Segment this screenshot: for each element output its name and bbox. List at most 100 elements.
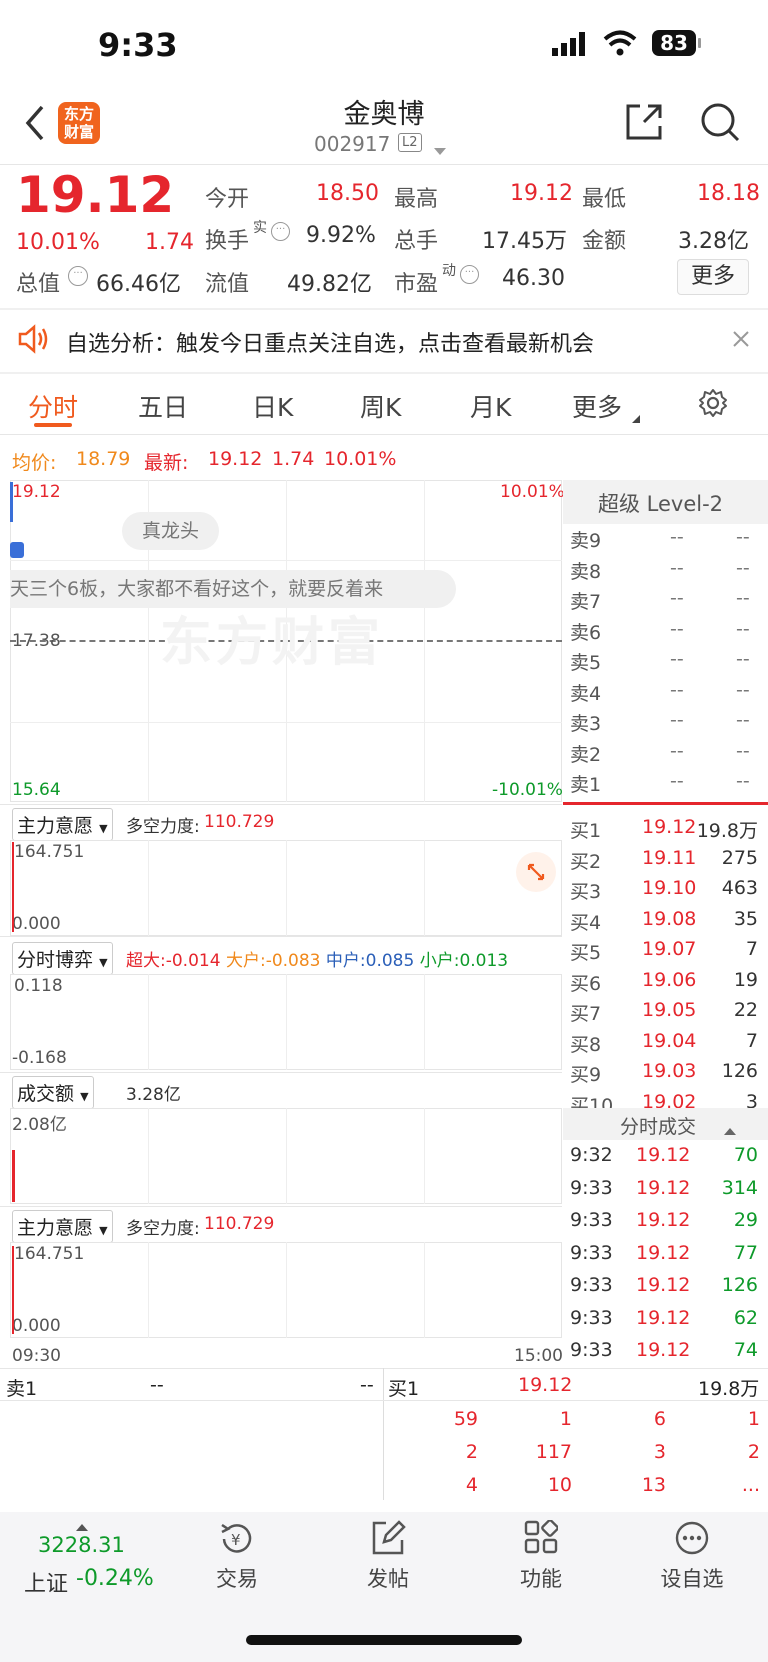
more-button[interactable]: 更多: [677, 259, 749, 295]
tab-five-day[interactable]: 五日: [138, 388, 188, 424]
bid-label: 买3: [570, 881, 602, 903]
indicator-name: 成交额: [17, 1083, 75, 1105]
nav-add-watch[interactable]: 设自选: [647, 1563, 737, 1593]
search-icon[interactable]: [700, 102, 740, 146]
divider: [0, 1368, 768, 1369]
tab-more[interactable]: 更多: [572, 388, 622, 424]
bottom-price-label: 15.64: [12, 780, 61, 800]
indicator-select-1[interactable]: 主力意愿 ▼: [12, 808, 113, 841]
post-icon[interactable]: [370, 1520, 406, 1560]
grid-line: [286, 1108, 287, 1204]
divider: [0, 164, 768, 165]
index-value[interactable]: 3228.31: [38, 1533, 125, 1557]
banner-message[interactable]: 自选分析：触发今日重点关注自选，点击查看最新机会: [66, 326, 594, 358]
nav-trade[interactable]: 交易: [192, 1563, 282, 1593]
divider: [0, 804, 562, 805]
tick-price: 19.12: [636, 1241, 691, 1264]
close-icon[interactable]: [732, 330, 750, 352]
tick-price: 19.12: [636, 1176, 691, 1199]
level2-title[interactable]: 超级 Level-2: [598, 488, 723, 518]
tick-price: 19.12: [636, 1144, 691, 1166]
caret-up-icon[interactable]: [724, 1120, 736, 1139]
more-dots-icon[interactable]: [674, 1520, 710, 1560]
top-pct-label: 10.01%: [500, 482, 565, 502]
bid-label: 买1: [570, 820, 602, 842]
queue-cell: 1: [559, 1408, 572, 1430]
nav-function[interactable]: 功能: [496, 1563, 586, 1593]
info-dots-icon[interactable]: ···: [68, 266, 88, 286]
indicator-name: 分时博弈: [17, 949, 94, 971]
tick-time: 9:33: [570, 1176, 613, 1199]
super-label: 超大:: [126, 951, 166, 971]
caret-down-icon[interactable]: [434, 141, 446, 160]
bid-price: 19.03: [642, 1060, 697, 1082]
index-name[interactable]: 上证: [24, 1566, 68, 1598]
speaker-icon: [16, 324, 50, 358]
latest-pct: 10.01%: [324, 448, 397, 470]
ind3-bar: [12, 1150, 15, 1202]
ask-volume: --: [736, 556, 750, 579]
info-dots-icon[interactable]: ···: [460, 265, 479, 284]
grid-line: [148, 840, 149, 936]
bid-label: 买7: [570, 1003, 602, 1025]
tick-volume: 29: [733, 1209, 758, 1231]
tick-price: 19.12: [636, 1339, 691, 1361]
ask-label: 卖3: [570, 713, 602, 735]
info-dots-icon[interactable]: ···: [271, 222, 290, 241]
tab-intraday[interactable]: 分时: [28, 388, 78, 424]
ask-price: --: [670, 617, 684, 640]
tab-day-k[interactable]: 日K: [252, 388, 293, 424]
time-start: 09:30: [12, 1346, 61, 1366]
divider: [0, 1072, 562, 1073]
grid-line: [10, 560, 562, 561]
queue-cell: 1: [747, 1408, 760, 1430]
float-label: 流值: [205, 272, 250, 297]
pe-label: 市盈: [394, 272, 439, 297]
ask-price: --: [670, 526, 684, 548]
indicator-select-4[interactable]: 主力意愿 ▼: [12, 1210, 113, 1243]
ask-label: 卖8: [570, 560, 602, 583]
volume-label: 总手: [394, 229, 439, 254]
grid-line: [148, 974, 149, 1070]
marker-icon[interactable]: [10, 542, 24, 558]
ask-label: 卖2: [570, 743, 602, 766]
svg-text:¥: ¥: [231, 1531, 241, 1549]
expand-icon[interactable]: [516, 852, 556, 892]
bid-volume: 19.8万: [696, 820, 758, 842]
level-badge[interactable]: L2: [398, 133, 422, 152]
battery-icon: 83: [652, 30, 696, 56]
queue-divider: [383, 1368, 384, 1500]
bid-label: 买8: [570, 1033, 602, 1056]
settings-gear-icon[interactable]: [698, 388, 728, 422]
ind1-value: 110.729: [204, 812, 275, 832]
ind2-values: 超大:-0.014 大户:-0.083 中户:0.085 小户:0.013: [126, 946, 508, 971]
battery-tip: [698, 38, 701, 48]
bid-price: 19.04: [642, 1029, 697, 1052]
ask-label: 卖7: [570, 591, 602, 613]
share-icon[interactable]: [624, 102, 664, 146]
comment-bubble[interactable]: 天三个6板，大家都不看好这个，就要反着来: [10, 570, 456, 608]
ticks-title[interactable]: 分时成交: [620, 1112, 696, 1139]
ask-price: --: [670, 587, 684, 609]
bid-label: 买4: [570, 911, 602, 934]
nav-post[interactable]: 发帖: [343, 1563, 433, 1593]
bid-price: 19.06: [642, 968, 697, 991]
ask-volume: --: [736, 648, 750, 670]
tick-time: 9:33: [570, 1306, 613, 1329]
indicator-select-2[interactable]: 分时博弈 ▼: [12, 942, 113, 975]
tag-bubble[interactable]: 真龙头: [122, 512, 220, 550]
indicator-select-3[interactable]: 成交额 ▼: [12, 1076, 94, 1109]
tab-week-k[interactable]: 周K: [360, 388, 401, 424]
trade-icon[interactable]: ¥: [218, 1520, 256, 1562]
tab-month-k[interactable]: 月K: [470, 388, 511, 424]
function-icon[interactable]: [524, 1519, 559, 1558]
ask-volume: --: [736, 709, 750, 731]
tick-time: 9:33: [570, 1241, 613, 1264]
tick-price: 19.12: [636, 1306, 691, 1329]
index-pct[interactable]: -0.24%: [76, 1566, 154, 1591]
grid-line: [286, 840, 287, 936]
bid-label: 买9: [570, 1064, 602, 1086]
mid-value: 0.085: [365, 951, 415, 971]
high-label: 最高: [394, 187, 439, 212]
small-label: 小户:: [419, 951, 460, 971]
